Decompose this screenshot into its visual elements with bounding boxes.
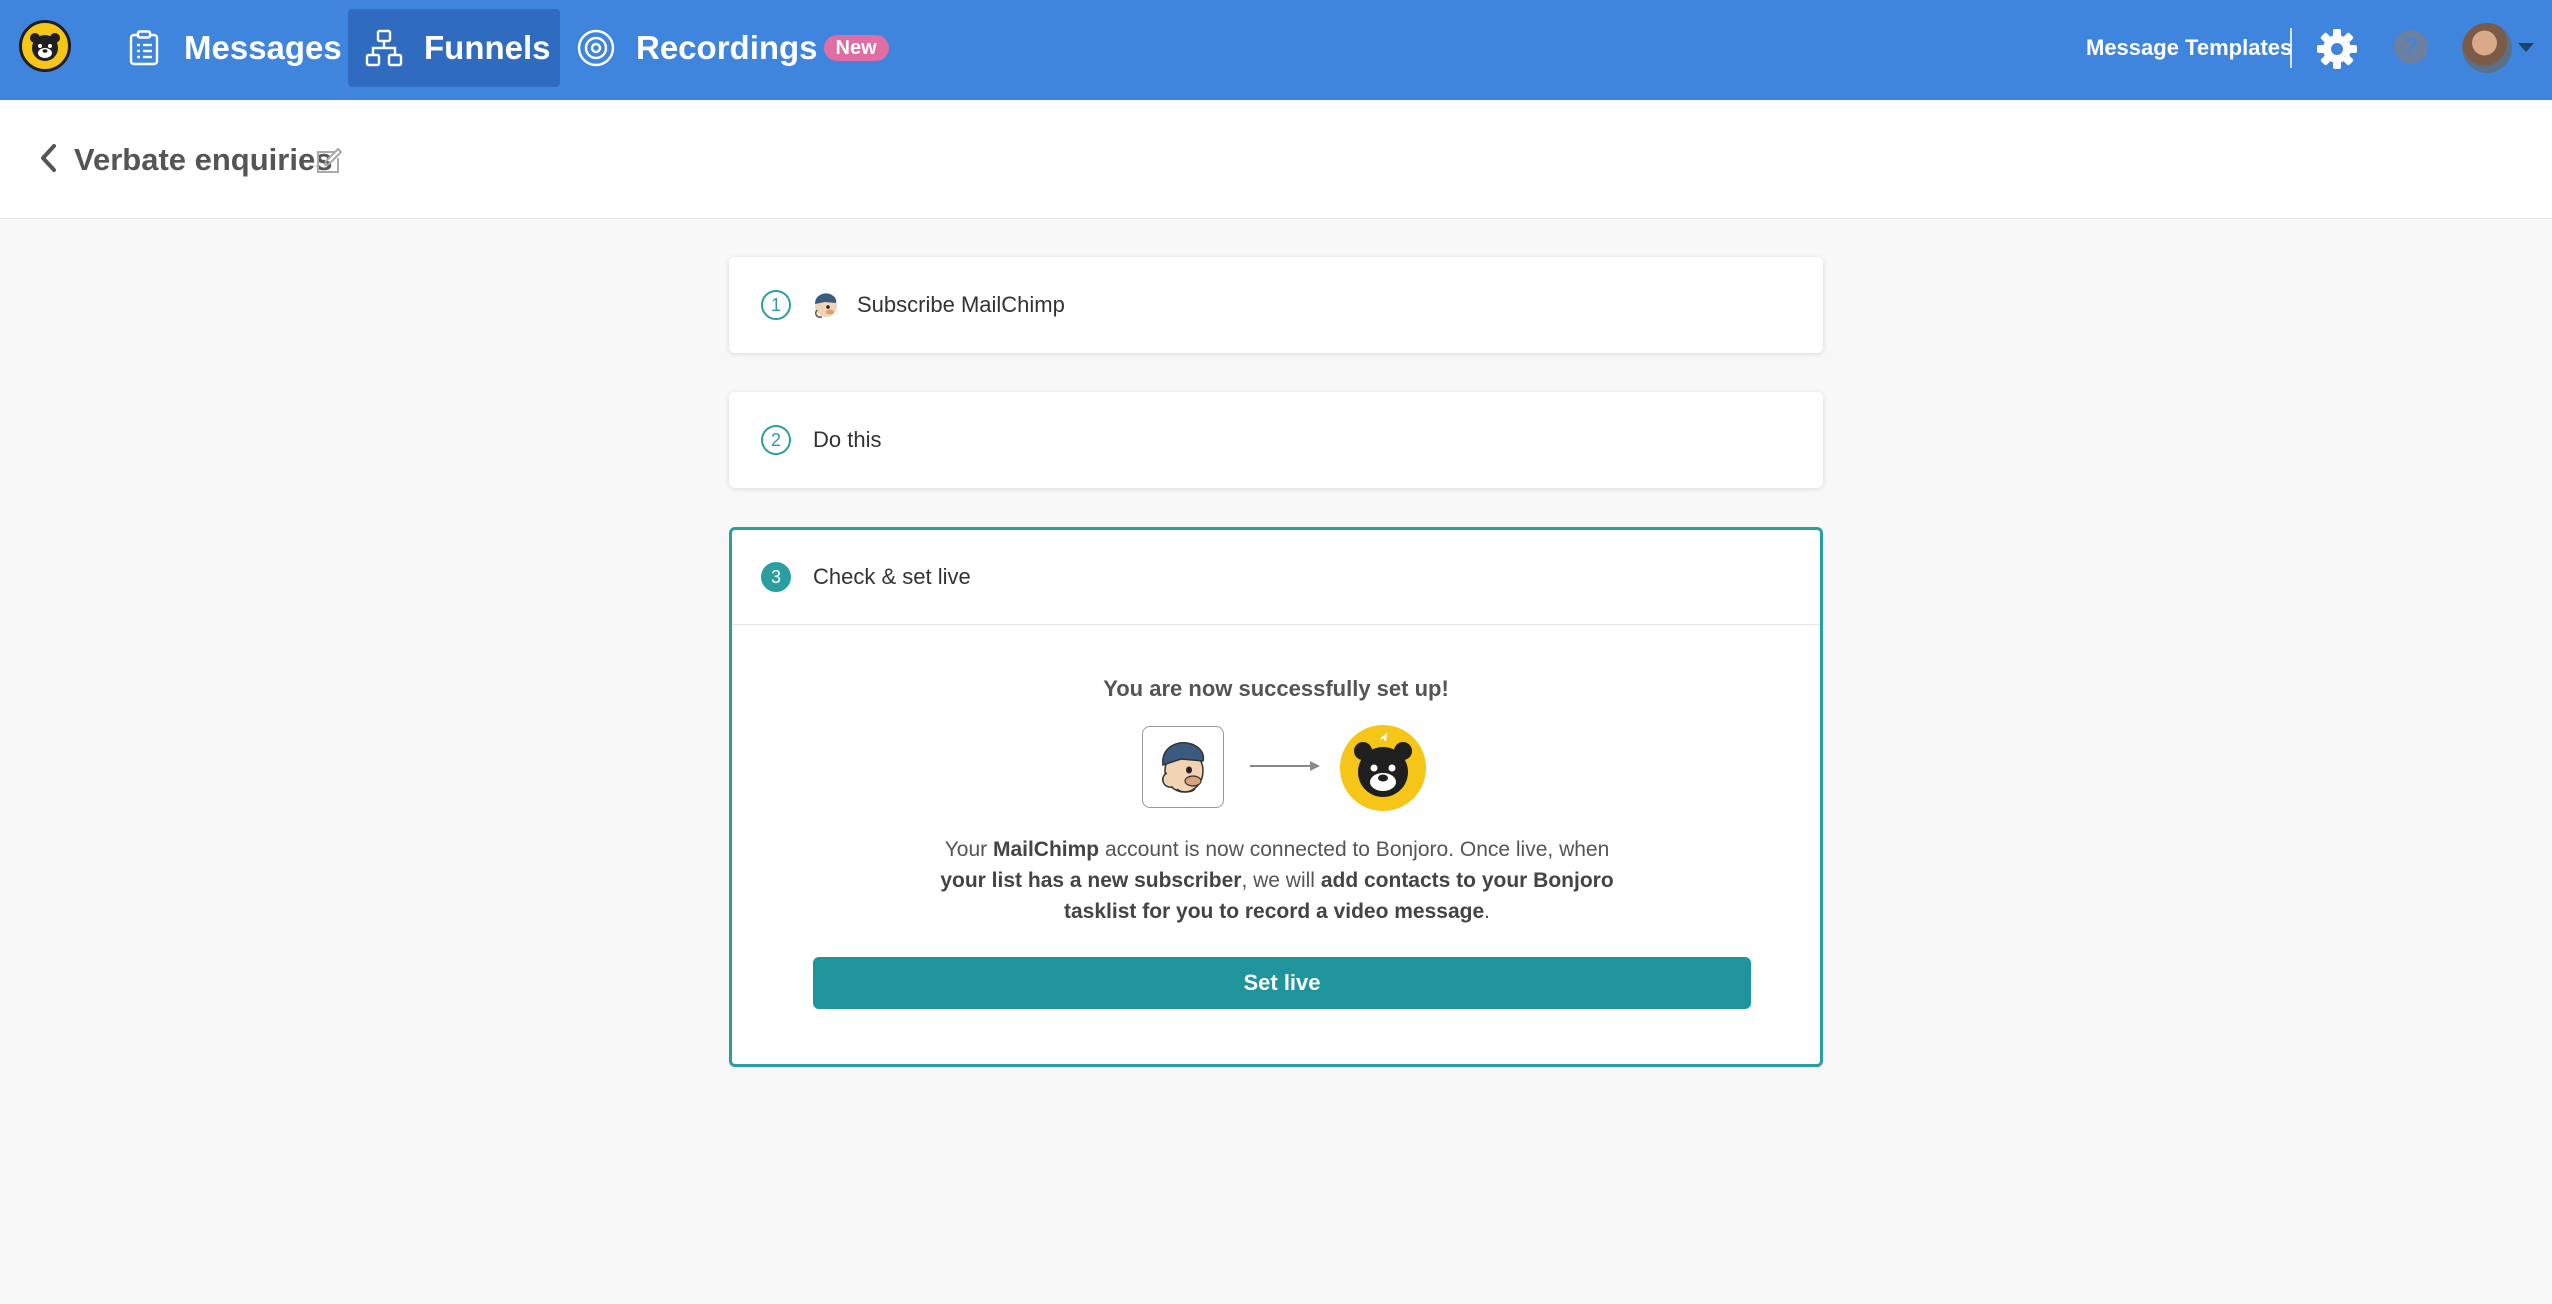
step-card-subscribe-mailchimp[interactable]: 1 Subscribe MailChimp: [729, 257, 1823, 353]
user-avatar[interactable]: [2462, 23, 2512, 73]
step-number: 2: [761, 425, 791, 455]
step-number: 1: [761, 290, 791, 320]
step-label: Subscribe MailChimp: [857, 292, 1065, 317]
clipboard-icon: [124, 28, 164, 68]
nav-recordings[interactable]: Recordings New: [576, 9, 889, 87]
mailchimp-icon: [815, 293, 837, 318]
desc-text: account is now connected to Bonjoro. Onc…: [1099, 838, 1610, 861]
gear-icon[interactable]: [2316, 28, 2358, 70]
back-chevron-icon[interactable]: [36, 140, 60, 176]
step-label: Check & set live: [813, 564, 971, 589]
success-message: You are now successfully set up!: [1103, 676, 1449, 701]
desc-text: .: [1484, 900, 1490, 923]
help-icon[interactable]: ?: [2394, 30, 2428, 64]
message-templates-link[interactable]: Message Templates: [2086, 32, 2292, 64]
top-navigation-bar: Messages Funnels Recordings New Message …: [0, 0, 2552, 100]
desc-text: Your: [944, 838, 993, 861]
nav-funnels-label: Funnels: [424, 29, 551, 66]
step-divider: [732, 624, 1820, 625]
step-label: Do this: [813, 427, 882, 452]
set-live-button[interactable]: Set live: [813, 957, 1751, 1009]
bonjoro-bear-icon: [1340, 725, 1426, 811]
nav-funnels[interactable]: Funnels: [348, 9, 560, 87]
nav-messages-label: Messages: [184, 29, 342, 66]
sitemap-icon: [364, 28, 404, 68]
desc-bold-mailchimp: MailChimp: [992, 838, 1100, 861]
edit-icon[interactable]: [314, 148, 342, 176]
bonjoro-logo-icon[interactable]: [19, 20, 71, 72]
desc-bold-subscriber: your list has a new subscriber: [940, 869, 1242, 892]
step-number: 3: [761, 562, 791, 592]
recordings-spiral-icon: [576, 28, 616, 68]
mailchimp-logo-icon: [1142, 726, 1224, 808]
step-card-do-this[interactable]: 2 Do this: [729, 392, 1823, 488]
chevron-down-icon[interactable]: [2518, 43, 2534, 52]
nav-messages[interactable]: Messages: [124, 9, 342, 87]
step-card-check-set-live: 3 Check & set live You are now successfu…: [729, 527, 1823, 1067]
page-header: Verbate enquiries: [0, 100, 2552, 219]
new-badge: New: [823, 35, 889, 61]
nav-divider: [2290, 28, 2292, 68]
arrow-right-icon: [1250, 761, 1320, 771]
nav-recordings-label: Recordings: [636, 29, 818, 66]
desc-text: , we will: [1241, 869, 1321, 892]
connection-description: Your MailChimp account is now connected …: [922, 834, 1632, 927]
page-title: Verbate enquiries: [74, 142, 333, 177]
